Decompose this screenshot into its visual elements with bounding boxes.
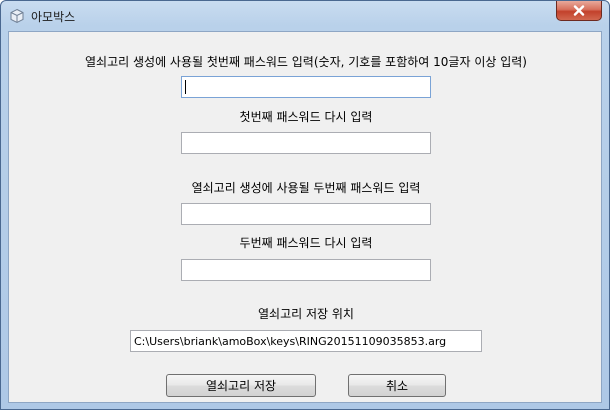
app-window-icon [9, 8, 25, 24]
text-caret [185, 80, 186, 94]
close-icon [573, 5, 585, 16]
cancel-button[interactable]: 취소 [348, 374, 446, 397]
dialog-window: 아모박스 열쇠고리 생성에 사용될 첫번째 패스워드 입력(숫자, 기호를 포함… [0, 0, 610, 410]
title-bar[interactable]: 아모박스 [1, 1, 609, 31]
second-password-input[interactable] [181, 203, 431, 225]
save-location-input[interactable] [130, 330, 482, 352]
second-password-label: 열쇠고리 생성에 사용될 두번째 패스워드 입력 [191, 181, 421, 195]
first-password-confirm-input[interactable] [181, 132, 431, 154]
dialog-content: 열쇠고리 생성에 사용될 첫번째 패스워드 입력(숫자, 기호를 포함하여 10… [8, 31, 602, 403]
first-password-label: 열쇠고리 생성에 사용될 첫번째 패스워드 입력(숫자, 기호를 포함하여 10… [85, 55, 527, 69]
close-button[interactable] [556, 1, 602, 21]
first-password-confirm-label: 첫번째 패스워드 다시 입력 [239, 110, 373, 124]
save-keyring-button[interactable]: 열쇠고리 저장 [166, 374, 316, 397]
first-password-input[interactable] [181, 76, 431, 98]
second-password-confirm-label: 두번째 패스워드 다시 입력 [239, 236, 373, 250]
second-password-confirm-input[interactable] [181, 259, 431, 281]
save-location-label: 열쇠고리 저장 위치 [258, 307, 354, 321]
window-title: 아모박스 [31, 10, 76, 24]
